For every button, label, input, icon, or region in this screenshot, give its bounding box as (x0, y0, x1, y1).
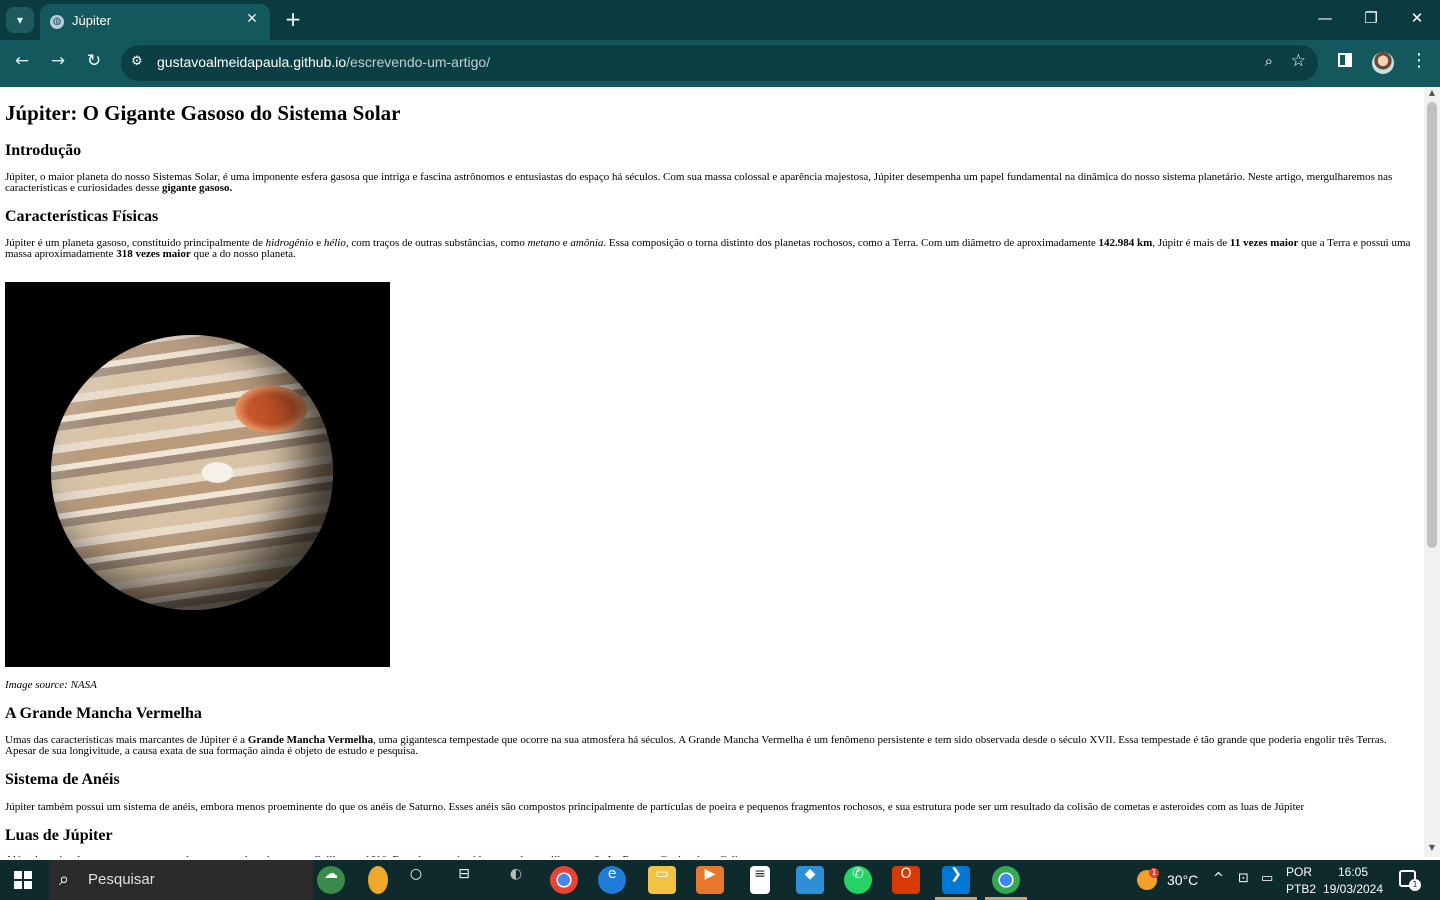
weather-badge: 1 (1149, 868, 1159, 878)
section-heading-aneis: Sistema de Anéis (5, 771, 120, 788)
language-indicator[interactable]: POR PTB2 (1286, 864, 1316, 898)
weather-widget-icon[interactable]: ☁ (317, 866, 345, 894)
section-text-introducao: Júpiter, o maior planeta do nosso Sistem… (5, 171, 1393, 194)
windows-start-icon[interactable] (14, 871, 32, 889)
tab-jupiter[interactable]: ◍ Júpiter ✕ (40, 4, 270, 40)
chrome-icon[interactable] (550, 866, 578, 894)
restore-button[interactable]: ❐ (1356, 9, 1386, 27)
zoom-icon[interactable]: ⌕ (1265, 52, 1273, 70)
browser-toolbar: ← → ↻ ⚙ gustavoalmeidapaula.github.io/es… (0, 40, 1440, 87)
network-icon[interactable]: ▭ (1261, 871, 1273, 886)
jupiter-image (5, 282, 390, 667)
bookmark-star-icon[interactable]: ☆ (1291, 51, 1306, 71)
reload-button[interactable]: ↻ (81, 51, 107, 77)
media-player-icon[interactable]: ▶ (696, 866, 724, 894)
section-text-caracteristicas: Júpiter é um planeta gasoso, constituído… (5, 237, 1411, 260)
page-viewport: Júpiter: O Gigante Gasoso do Sistema Sol… (0, 87, 1424, 857)
search-placeholder: Pesquisar (88, 871, 155, 888)
page-title: Júpiter: O Gigante Gasoso do Sistema Sol… (5, 101, 401, 125)
section-heading-grande-mancha: A Grande Mancha Vermelha (5, 705, 202, 722)
back-button[interactable]: ← (9, 51, 35, 77)
cloud-app-icon[interactable]: ◆ (796, 866, 824, 894)
device-icon[interactable]: ⊡ (1238, 871, 1249, 886)
tab-title: Júpiter (72, 13, 112, 28)
whatsapp-icon[interactable]: ✆ (844, 866, 872, 894)
section-heading-introducao: Introdução (5, 142, 82, 159)
clock[interactable]: 16:05 19/03/2024 (1322, 864, 1384, 898)
edge-icon[interactable]: e (598, 866, 626, 894)
scroll-up-arrow-icon[interactable]: ▲ (1427, 88, 1437, 100)
new-tab-button[interactable]: + (283, 8, 303, 30)
side-panel-icon[interactable] (1338, 53, 1352, 67)
camera-app-icon[interactable]: ◐ (502, 866, 530, 894)
image-caption: Image source: NASA (5, 679, 97, 691)
scrollbar-thumb[interactable] (1427, 102, 1437, 548)
close-tab-icon[interactable]: ✕ (242, 11, 262, 27)
notepad-icon[interactable]: ≡ (750, 866, 770, 894)
address-bar[interactable]: ⚙ gustavoalmeidapaula.github.io/escreven… (121, 45, 1318, 81)
section-text-luas: Além de muitas luas menores, quatro se d… (5, 855, 1415, 858)
vscode-icon[interactable]: ❯ (942, 866, 970, 894)
minimize-button[interactable]: — (1310, 9, 1340, 27)
temperature-label[interactable]: 30°C (1167, 872, 1198, 888)
notification-count-badge: 1 (1409, 879, 1421, 891)
profile-avatar[interactable] (1372, 52, 1394, 74)
cortana-icon[interactable]: ○ (402, 866, 430, 894)
section-heading-luas: Luas de Júpiter (5, 827, 113, 844)
taskbar-search-box[interactable]: ⌕ Pesquisar (49, 860, 313, 900)
section-heading-caracteristicas: Características Físicas (5, 208, 159, 225)
scroll-down-arrow-icon[interactable]: ▼ (1427, 843, 1437, 855)
close-window-button[interactable]: ✕ (1402, 9, 1432, 27)
chrome-active-icon[interactable] (992, 866, 1020, 894)
windows-taskbar: ⌕ Pesquisar ☁ ○ ⊟ ◐ e ▭ ▶ ≡ ◆ ✆ O ❯ 1 30… (0, 860, 1440, 900)
file-explorer-icon[interactable]: ▭ (648, 866, 676, 894)
jupiter-planet (51, 335, 333, 610)
globe-icon: ◍ (50, 15, 64, 29)
tab-search-button[interactable]: ▾ (6, 7, 34, 33)
section-text-grande-mancha: Umas das características mais marcantes … (5, 734, 1387, 757)
office-icon[interactable]: O (892, 866, 920, 894)
site-info-icon[interactable]: ⚙ (131, 54, 143, 69)
kebab-menu-icon[interactable]: ⋮ (1410, 50, 1428, 71)
section-text-aneis: Júpiter também possui um sistema de anéi… (5, 801, 1305, 813)
search-icon: ⌕ (59, 869, 70, 890)
browser-tab-strip: ▾ ◍ Júpiter ✕ + — ❐ ✕ (0, 0, 1440, 40)
url-text[interactable]: gustavoalmeidapaula.github.io/escrevendo… (157, 54, 490, 70)
chevron-up-icon[interactable]: ^ (1213, 871, 1224, 886)
forward-button[interactable]: → (45, 51, 71, 77)
task-view-icon[interactable]: ⊟ (450, 866, 478, 894)
sun-widget-icon[interactable] (368, 866, 388, 894)
